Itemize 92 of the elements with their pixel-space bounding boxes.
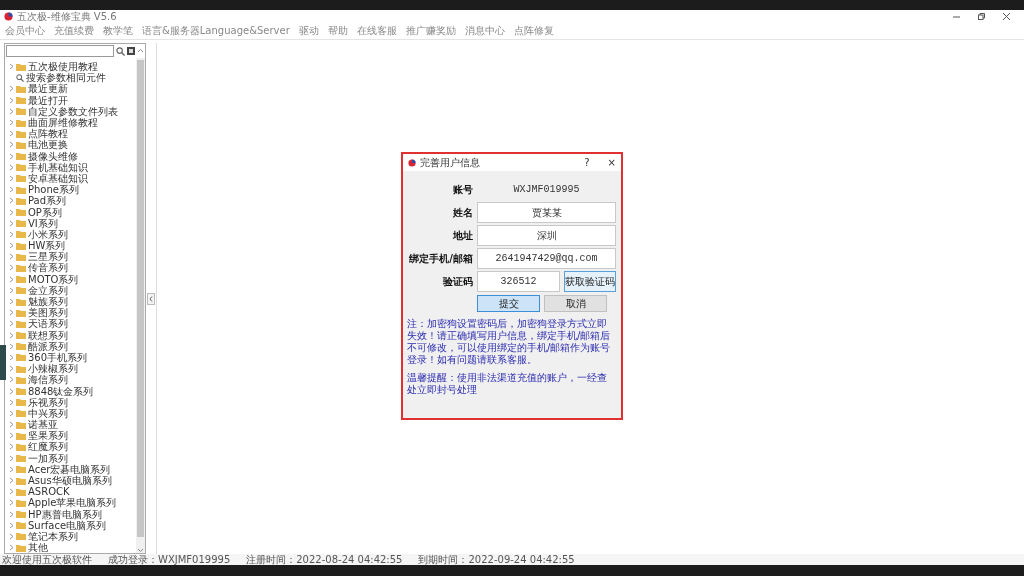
restore-icon[interactable] <box>978 13 985 20</box>
close-icon[interactable] <box>1003 13 1010 20</box>
tree-item[interactable]: Phone系列 <box>28 184 79 196</box>
tree-item[interactable]: 摄像头维修 <box>28 150 78 162</box>
tree-item[interactable]: 点阵教程 <box>28 128 68 140</box>
tree-item[interactable]: OP系列 <box>28 206 62 218</box>
dialog-button[interactable]: 取消 <box>544 295 607 312</box>
menu-item[interactable]: 帮助 <box>327 24 348 38</box>
tree-item[interactable]: Pad系列 <box>28 195 67 207</box>
tree-item[interactable]: HP惠普电脑系列 <box>28 508 102 520</box>
tree-item[interactable]: 金立系列 <box>28 284 68 296</box>
tree-item[interactable]: 乐视系列 <box>28 396 68 408</box>
window-title: 五次极-维修宝典 V5.6 <box>17 10 117 23</box>
tree-item[interactable]: 曲面屏维修教程 <box>28 117 98 129</box>
folder-icon <box>16 62 26 71</box>
menu-item[interactable]: 充值续费 <box>54 24 94 38</box>
app-logo-icon <box>408 158 416 167</box>
tree-item[interactable]: 中兴系列 <box>28 407 68 419</box>
tree-item[interactable]: 手机基础知识 <box>28 161 88 173</box>
tree-item[interactable]: 8848钛金系列 <box>28 385 94 397</box>
tree-item[interactable]: 笔记本系列 <box>28 530 78 542</box>
status-text: 到期时间：2022-09-24 04:42:55 <box>418 554 575 565</box>
input-field[interactable]: 贾某某 <box>477 202 616 223</box>
stop-icon[interactable] <box>127 47 135 55</box>
field-label: 绑定手机/邮箱 <box>408 251 473 266</box>
tree-item[interactable]: 酷派系列 <box>28 340 68 352</box>
menu-item[interactable]: 会员中心 <box>5 24 45 38</box>
field-label: 姓名 <box>452 205 473 220</box>
expand-chevron-icon[interactable] <box>9 63 14 71</box>
menu-item[interactable]: 驱动 <box>298 24 319 38</box>
code-field[interactable]: 326512 <box>477 271 560 292</box>
tree-item[interactable]: 搜索参数相同元件 <box>26 72 106 84</box>
close-button[interactable]: × <box>607 157 616 168</box>
tree-item[interactable]: 一加系列 <box>28 452 68 464</box>
menu-item[interactable]: 教学笔 <box>103 24 133 38</box>
scroll-down-icon[interactable] <box>137 547 144 553</box>
menu-item[interactable]: 消息中心 <box>464 24 505 38</box>
tree-item[interactable]: 360手机系列 <box>28 351 88 363</box>
field-label: 验证码 <box>442 274 473 289</box>
status-text: 注册时间：2022-08-24 04:42:55 <box>246 554 403 565</box>
dialog-title: 完善用户信息 <box>420 155 480 170</box>
menu-item[interactable]: 语言&服务器Language&Server <box>142 24 290 38</box>
tree-item[interactable]: 最近打开 <box>28 94 68 106</box>
status-text: 欢迎使用五次极软件 <box>2 554 92 565</box>
field-label: 账号 <box>452 182 473 197</box>
collapse-button[interactable] <box>147 292 155 305</box>
tree-item[interactable]: 诺基亚 <box>28 419 58 431</box>
tree-item[interactable]: Asus华硕电脑系列 <box>28 475 112 487</box>
tree-item[interactable]: Acer宏碁电脑系列 <box>28 463 111 475</box>
tree-item[interactable]: 安卓基础知识 <box>28 172 88 184</box>
tree-item[interactable]: MOTO系列 <box>28 273 79 285</box>
tree-item[interactable]: Apple苹果电脑系列 <box>28 497 117 509</box>
input-field[interactable]: 深圳 <box>477 225 616 246</box>
scroll-up-icon[interactable] <box>137 48 144 54</box>
minimize-icon[interactable] <box>953 13 960 20</box>
tree-item[interactable]: 三星系列 <box>28 251 68 263</box>
dialog-button[interactable]: 提交 <box>477 295 540 312</box>
menu-item[interactable]: 推广赚奖励 <box>405 24 456 38</box>
tree-item[interactable]: 红魔系列 <box>28 441 68 453</box>
tree-item[interactable]: 其他 <box>28 542 48 553</box>
tree-item[interactable]: 自定义参数文件列表 <box>28 105 118 117</box>
menu-item[interactable]: 点阵修复 <box>513 24 554 38</box>
tree-item[interactable]: 联想系列 <box>28 329 68 341</box>
tree-item[interactable]: 海信系列 <box>28 374 68 386</box>
account-value: WXJMF019995 <box>512 184 581 195</box>
tree-item[interactable]: 魅族系列 <box>28 296 68 308</box>
search-field[interactable] <box>6 45 114 57</box>
search-icon <box>116 46 125 56</box>
tree-item[interactable]: 传音系列 <box>28 262 68 274</box>
tree-item[interactable]: 小辣椒系列 <box>28 363 78 375</box>
tree-item[interactable]: HW系列 <box>28 240 66 252</box>
tree-item[interactable]: 最近更新 <box>28 83 68 95</box>
app-logo-icon <box>4 12 13 21</box>
tree-item[interactable]: VI系列 <box>28 217 58 229</box>
tree-item[interactable]: 五次极使用教程 <box>28 61 98 73</box>
tree-item[interactable]: 小米系列 <box>28 228 68 240</box>
scrollbar[interactable] <box>136 58 145 553</box>
tree-item[interactable]: 电池更换 <box>28 139 68 151</box>
tree-item[interactable]: ASROCK <box>28 486 70 498</box>
tree-item[interactable]: Surface电脑系列 <box>28 519 107 531</box>
tree-item[interactable]: 坚果系列 <box>28 430 68 442</box>
input-field[interactable]: 2641947429@qq.com <box>477 248 616 269</box>
get-code-button[interactable]: 获取验证码 <box>564 271 616 292</box>
field-label: 地址 <box>452 228 473 243</box>
status-text: 成功登录：WXJMF019995 <box>108 554 231 565</box>
help-button[interactable]: ? <box>584 157 590 168</box>
tree-item[interactable]: 美图系列 <box>28 307 68 319</box>
menu-item[interactable]: 在线客服 <box>356 24 397 38</box>
tree-item[interactable]: 天语系列 <box>28 318 68 330</box>
search-icon <box>16 73 24 82</box>
notice-text: 温馨提醒：使用非法渠道充值的账户，一经查处立即封号处理 <box>407 372 608 396</box>
notice-text: 注：加密狗设置密码后，加密狗登录方式立即失效！请正确填写用户信息，绑定手机/邮箱后不可修改，可以使用绑定的手机/邮箱作为账号登录！如有问题请联系客服。 <box>407 318 612 366</box>
